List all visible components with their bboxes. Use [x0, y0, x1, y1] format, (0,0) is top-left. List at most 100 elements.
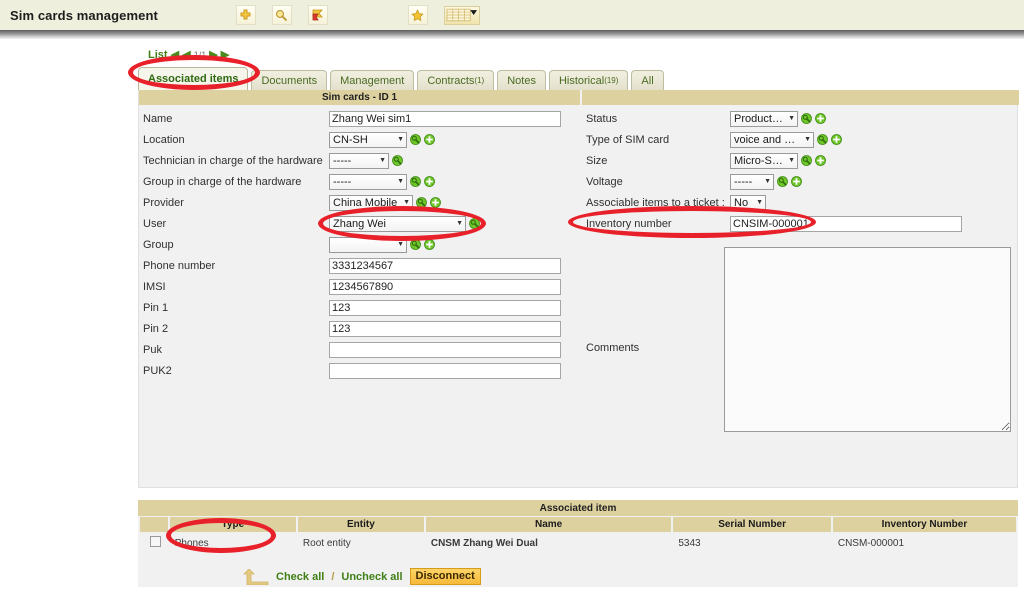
phone-number-input[interactable] — [329, 257, 561, 274]
tab-contracts[interactable]: Contracts (1) — [417, 70, 495, 90]
add-green-icon[interactable] — [815, 113, 826, 124]
column-header[interactable]: Serial Number — [673, 517, 831, 532]
form-row: Voltage ----- ▼ — [582, 171, 1019, 192]
chevron-down-icon[interactable]: ▼ — [788, 115, 795, 122]
search-green-icon[interactable] — [410, 134, 421, 145]
location-select[interactable]: CN-SH ▼ — [329, 131, 407, 148]
add-green-icon[interactable] — [791, 176, 802, 187]
chevron-down-icon[interactable]: ▼ — [804, 136, 811, 143]
list-navigation[interactable]: List ◀ ◀ 1/1 ▶ ▶ — [148, 48, 229, 61]
row-checkbox[interactable] — [150, 536, 162, 547]
add-green-icon[interactable] — [424, 134, 435, 145]
field-label-size: Size — [586, 154, 608, 167]
list-first-icon[interactable]: ◀ — [171, 49, 179, 61]
search-green-icon[interactable] — [801, 155, 812, 166]
chevron-down-icon[interactable]: ▼ — [397, 136, 404, 143]
tab-label: All — [641, 74, 654, 87]
size-select[interactable]: Micro-SIM ▼ — [730, 152, 798, 169]
tab-all[interactable]: All — [631, 70, 664, 90]
field-label-phone-number: Phone number — [143, 259, 216, 272]
form-column-right: Status Production ▼ Type of SIM card voice a… — [582, 108, 1019, 234]
chevron-down-icon[interactable]: ▼ — [456, 220, 463, 227]
bookmark-icon[interactable] — [307, 5, 328, 25]
uncheck-all-link[interactable]: Uncheck all — [341, 571, 402, 583]
favorite-star-icon[interactable] — [407, 5, 428, 25]
field-label-pin-1: Pin 1 — [143, 301, 169, 314]
add-green-icon[interactable] — [424, 176, 435, 187]
select-value: ----- — [333, 175, 352, 188]
list-counter: 1/1 — [193, 50, 207, 60]
tab-historical[interactable]: Historical (19) — [548, 70, 629, 90]
grid-view-icon[interactable] — [443, 5, 480, 25]
form-row: Location CN-SH ▼ — [139, 129, 580, 150]
column-header[interactable]: Name — [425, 517, 672, 532]
associated-items-title: Associated item — [138, 500, 1018, 516]
search-green-icon[interactable] — [416, 197, 427, 208]
search-green-icon[interactable] — [801, 113, 812, 124]
cell-name[interactable]: CNSM Zhang Wei Dual — [425, 533, 672, 553]
list-next-icon[interactable]: ▶ — [209, 49, 217, 61]
type-of-sim-card-select[interactable]: voice and data ▼ — [730, 131, 814, 148]
search-green-icon[interactable] — [410, 176, 421, 187]
field-control: Micro-SIM ▼ — [730, 152, 826, 169]
user-select[interactable]: Zhang Wei ▼ — [329, 215, 466, 232]
disconnect-button[interactable]: Disconnect — [409, 568, 481, 585]
tab-notes[interactable]: Notes — [497, 70, 546, 90]
chevron-down-icon[interactable]: ▼ — [756, 199, 763, 206]
field-label-user: User — [143, 217, 167, 230]
select-value: voice and data — [734, 133, 800, 146]
select-value: No — [734, 196, 749, 209]
column-header[interactable] — [140, 517, 168, 532]
puk2-input[interactable] — [329, 362, 561, 379]
status-select[interactable]: Production ▼ — [730, 110, 798, 127]
comments-textarea[interactable] — [724, 247, 1011, 432]
check-all-link[interactable]: Check all — [276, 571, 324, 583]
pin-2-input[interactable] — [329, 320, 561, 337]
search-green-icon[interactable] — [817, 134, 828, 145]
imsi-input[interactable] — [329, 278, 561, 295]
list-prev-icon[interactable]: ◀ — [182, 49, 190, 61]
section-header-left: Sim cards - ID 1 — [139, 90, 580, 105]
associable-items-to-a-ticket-select[interactable]: No ▼ — [730, 194, 766, 211]
pin-1-input[interactable] — [329, 299, 561, 316]
group-in-charge-of-the-hardware-select[interactable]: ----- ▼ — [329, 173, 407, 190]
column-header[interactable]: Type — [169, 517, 296, 532]
voltage-select[interactable]: ----- ▼ — [730, 173, 774, 190]
field-control — [329, 341, 561, 358]
column-header[interactable]: Entity — [297, 517, 424, 532]
search-green-icon[interactable] — [410, 239, 421, 250]
inventory-number-input[interactable] — [730, 215, 962, 232]
search-green-icon[interactable] — [392, 155, 403, 166]
tab-management[interactable]: Management — [330, 70, 415, 90]
search-icon[interactable] — [271, 5, 292, 25]
add-green-icon[interactable] — [831, 134, 842, 145]
list-label[interactable]: List — [148, 49, 168, 61]
chevron-down-icon[interactable]: ▼ — [403, 199, 410, 206]
tab-associated-items[interactable]: Associated items — [138, 67, 249, 90]
column-header[interactable]: Inventory Number — [832, 517, 1016, 532]
form-column-left: NameLocationCN-SH▼Technician in charge o… — [139, 108, 580, 381]
puk-input[interactable] — [329, 341, 561, 358]
chevron-down-icon[interactable]: ▼ — [764, 178, 771, 185]
associated-items-table: Type Entity Name Serial Number Inventory Num… — [138, 516, 1018, 554]
tab-label: Management — [340, 74, 405, 87]
search-green-icon[interactable] — [777, 176, 788, 187]
chevron-down-icon[interactable]: ▼ — [397, 178, 404, 185]
return-arrow-icon — [243, 568, 269, 585]
chevron-down-icon[interactable]: ▼ — [397, 241, 404, 248]
list-last-icon[interactable]: ▶ — [221, 49, 229, 61]
field-control — [730, 215, 962, 232]
chevron-down-icon[interactable]: ▼ — [379, 157, 386, 164]
technician-in-charge-of-the-hardware-select[interactable]: ----- ▼ — [329, 152, 389, 169]
add-icon[interactable] — [235, 5, 256, 25]
field-label-group-in-charge-of-the-hardware: Group in charge of the hardware — [143, 175, 302, 188]
tab-documents[interactable]: Documents — [251, 70, 328, 90]
group-select[interactable]: ▼ — [329, 236, 407, 253]
name-input[interactable] — [329, 110, 561, 127]
add-green-icon[interactable] — [430, 197, 441, 208]
search-green-icon[interactable] — [469, 218, 480, 229]
add-green-icon[interactable] — [424, 239, 435, 250]
provider-select[interactable]: China Mobile ▼ — [329, 194, 413, 211]
add-green-icon[interactable] — [815, 155, 826, 166]
chevron-down-icon[interactable]: ▼ — [788, 157, 795, 164]
